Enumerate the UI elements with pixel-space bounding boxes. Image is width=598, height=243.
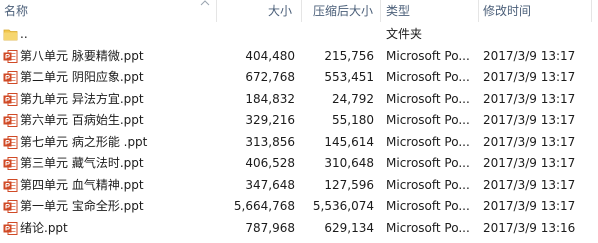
file-name: 第二单元 阴阳应象.ppt xyxy=(20,70,144,84)
file-name: 第九单元 异法方宜.ppt xyxy=(20,91,144,106)
file-compressed-size: 127,596 xyxy=(324,177,374,192)
parent-folder-row[interactable]: .. 文件夹 xyxy=(0,24,598,46)
column-divider[interactable] xyxy=(216,0,217,22)
column-header-size[interactable]: 大小 xyxy=(268,0,292,22)
file-type: Microsoft Po... xyxy=(386,199,470,213)
file-name: 第三单元 藏气法时.ppt xyxy=(20,156,144,170)
file-modified: 2017/3/9 13:17 xyxy=(483,199,576,213)
column-header-type[interactable]: 类型 xyxy=(386,0,410,22)
file-size: 406,528 xyxy=(245,156,295,170)
file-compressed-size: 553,451 xyxy=(324,70,374,84)
file-row[interactable]: 第四单元 血气精神.ppt 347,648 127,596 Microsoft … xyxy=(0,175,598,197)
column-divider[interactable] xyxy=(478,0,479,22)
file-modified: 2017/3/9 13:16 xyxy=(483,220,576,235)
file-size: 5,664,768 xyxy=(233,199,295,213)
file-row[interactable]: 第六单元 百病始生.ppt 329,216 55,180 Microsoft P… xyxy=(0,110,598,132)
file-type: 文件夹 xyxy=(386,27,423,41)
file-modified: 2017/3/9 13:17 xyxy=(483,48,576,63)
powerpoint-file-icon xyxy=(3,49,18,63)
file-modified: 2017/3/9 13:17 xyxy=(483,177,576,192)
file-row[interactable]: 第八单元 脉要精微.ppt 404,480 215,756 Microsoft … xyxy=(0,46,598,68)
folder-icon xyxy=(3,29,18,41)
column-header-compressed-size[interactable]: 压缩后大小 xyxy=(313,0,373,22)
column-header-modified[interactable]: 修改时间 xyxy=(483,0,531,22)
file-modified: 2017/3/9 13:17 xyxy=(483,134,576,149)
powerpoint-file-icon xyxy=(3,135,18,149)
file-name: 第一单元 宝命全形.ppt xyxy=(20,199,144,213)
file-row[interactable]: 第九单元 异法方宜.ppt 184,832 24,792 Microsoft P… xyxy=(0,89,598,111)
file-modified: 2017/3/9 13:17 xyxy=(483,70,576,84)
file-size: 347,648 xyxy=(245,177,295,192)
file-compressed-size: 215,756 xyxy=(324,48,374,63)
file-type: Microsoft Po... xyxy=(386,134,470,149)
file-type: Microsoft Po... xyxy=(386,177,470,192)
file-name: 第六单元 百病始生.ppt xyxy=(20,113,144,127)
powerpoint-file-icon xyxy=(3,178,18,192)
file-size: 313,856 xyxy=(245,134,295,149)
column-divider[interactable] xyxy=(380,0,381,22)
column-divider[interactable] xyxy=(301,0,302,22)
file-compressed-size: 5,536,074 xyxy=(312,199,374,213)
column-header-bar: 名称 大小 压缩后大小 类型 修改时间 xyxy=(0,0,598,22)
powerpoint-file-icon xyxy=(3,92,18,106)
file-name: 第八单元 脉要精微.ppt xyxy=(20,48,144,63)
file-type: Microsoft Po... xyxy=(386,91,470,106)
file-name: 绪论.ppt xyxy=(20,220,68,235)
file-name: 第四单元 血气精神.ppt xyxy=(20,177,144,192)
file-row[interactable]: 第三单元 藏气法时.ppt 406,528 310,648 Microsoft … xyxy=(0,153,598,175)
file-size: 184,832 xyxy=(245,91,295,106)
file-list: .. 文件夹 第八单元 脉要精微.ppt 404,480 215,756 Mic… xyxy=(0,24,598,239)
file-row[interactable]: 第二单元 阴阳应象.ppt 672,768 553,451 Microsoft … xyxy=(0,67,598,89)
file-row[interactable]: 第一单元 宝命全形.ppt 5,664,768 5,536,074 Micros… xyxy=(0,196,598,218)
file-row[interactable]: 第七单元 病之形能 .ppt 313,856 145,614 Microsoft… xyxy=(0,132,598,154)
file-modified: 2017/3/9 13:17 xyxy=(483,91,576,106)
file-modified: 2017/3/9 13:17 xyxy=(483,113,576,127)
file-modified: 2017/3/9 13:17 xyxy=(483,156,576,170)
sort-up-arrow-icon xyxy=(200,0,210,6)
powerpoint-file-icon xyxy=(3,114,18,127)
powerpoint-file-icon xyxy=(3,71,18,84)
file-compressed-size: 310,648 xyxy=(324,156,374,170)
file-row[interactable]: 绪论.ppt 787,968 629,134 Microsoft Po... 2… xyxy=(0,218,598,240)
column-header-name[interactable]: 名称 xyxy=(4,0,28,22)
file-type: Microsoft Po... xyxy=(386,70,470,84)
file-size: 404,480 xyxy=(245,48,295,63)
file-size: 672,768 xyxy=(245,70,295,84)
file-type: Microsoft Po... xyxy=(386,156,470,170)
file-compressed-size: 629,134 xyxy=(324,220,374,235)
powerpoint-file-icon xyxy=(3,221,18,235)
file-compressed-size: 145,614 xyxy=(324,134,374,149)
file-compressed-size: 55,180 xyxy=(332,113,374,127)
file-type: Microsoft Po... xyxy=(386,220,470,235)
powerpoint-file-icon xyxy=(3,157,18,170)
powerpoint-file-icon xyxy=(3,200,18,213)
column-divider[interactable] xyxy=(591,0,592,22)
file-size: 329,216 xyxy=(245,113,295,127)
file-compressed-size: 24,792 xyxy=(332,91,374,106)
file-type: Microsoft Po... xyxy=(386,113,470,127)
file-type: Microsoft Po... xyxy=(386,48,470,63)
file-size: 787,968 xyxy=(245,220,295,235)
file-name: .. xyxy=(20,27,28,41)
file-name: 第七单元 病之形能 .ppt xyxy=(20,134,148,149)
